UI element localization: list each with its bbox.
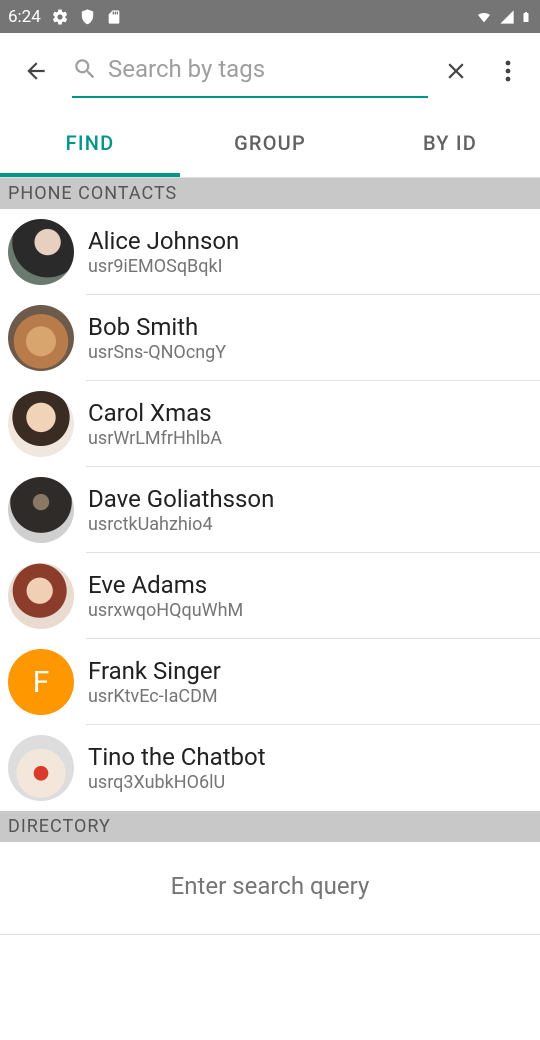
list-item[interactable]: Tino the Chatbotusrq3XubkHO6lU <box>0 725 540 811</box>
contact-info: Frank SingerusrKtvEc-IaCDM <box>88 657 532 707</box>
contact-id: usrq3XubkHO6lU <box>88 772 532 793</box>
contact-id: usrctkUahzhio4 <box>88 514 532 535</box>
sd-card-icon <box>106 8 122 26</box>
contact-id: usr9iEMOSqBqkI <box>88 256 532 277</box>
list-item[interactable]: Carol XmasusrWrLMfrHhlbA <box>0 381 540 467</box>
section-header-phone-contacts: PHONE CONTACTS <box>0 178 540 209</box>
list-item[interactable]: Eve AdamsusrxwqoHQquWhM <box>0 553 540 639</box>
contact-id: usrKtvEc-IaCDM <box>88 686 532 707</box>
avatar <box>8 477 74 543</box>
shield-icon <box>79 8 96 25</box>
contact-info: Carol XmasusrWrLMfrHhlbA <box>88 399 532 449</box>
avatar <box>8 735 74 801</box>
status-right <box>474 8 532 26</box>
avatar <box>8 563 74 629</box>
status-bar: 6:24 <box>0 0 540 33</box>
search-input[interactable] <box>108 55 428 83</box>
contact-name: Dave Goliathsson <box>88 485 532 513</box>
overflow-menu-button[interactable] <box>484 47 532 95</box>
contact-list: Alice Johnsonusr9iEMOSqBqkI Bob SmithusrS… <box>0 209 540 811</box>
search-icon <box>72 56 108 82</box>
search-field-wrap <box>72 43 428 98</box>
back-button[interactable] <box>16 51 56 91</box>
contact-name: Bob Smith <box>88 313 532 341</box>
contact-info: Tino the Chatbotusrq3XubkHO6lU <box>88 743 532 793</box>
contact-info: Bob SmithusrSns-QNOcngY <box>88 313 532 363</box>
tab-find[interactable]: FIND <box>0 108 180 177</box>
contact-info: Dave GoliathssonusrctkUahzhio4 <box>88 485 532 535</box>
tab-bar: FIND GROUP BY ID <box>0 108 540 178</box>
avatar <box>8 391 74 457</box>
avatar <box>8 305 74 371</box>
contact-name: Tino the Chatbot <box>88 743 532 771</box>
arrow-back-icon <box>23 58 49 84</box>
close-icon <box>443 58 469 84</box>
avatar: F <box>8 649 74 715</box>
contact-name: Alice Johnson <box>88 227 532 255</box>
list-item[interactable]: Bob SmithusrSns-QNOcngY <box>0 295 540 381</box>
tab-group[interactable]: GROUP <box>180 108 360 177</box>
contact-id: usrSns-QNOcngY <box>88 342 532 363</box>
list-item[interactable]: Dave GoliathssonusrctkUahzhio4 <box>0 467 540 553</box>
section-header-directory: DIRECTORY <box>0 811 540 842</box>
contact-name: Eve Adams <box>88 571 532 599</box>
status-left: 6:24 <box>8 7 122 27</box>
directory-placeholder: Enter search query <box>0 842 540 935</box>
contact-name: Frank Singer <box>88 657 532 685</box>
more-vert-icon <box>505 59 511 83</box>
clear-search-button[interactable] <box>432 47 480 95</box>
contact-id: usrxwqoHQquWhM <box>88 600 532 621</box>
list-item[interactable]: F Frank SingerusrKtvEc-IaCDM <box>0 639 540 725</box>
avatar <box>8 219 74 285</box>
list-item[interactable]: Alice Johnsonusr9iEMOSqBqkI <box>0 209 540 295</box>
status-time: 6:24 <box>8 7 41 27</box>
wifi-icon <box>474 9 494 25</box>
battery-icon <box>520 8 532 26</box>
signal-icon <box>498 9 516 25</box>
contact-id: usrWrLMfrHhlbA <box>88 428 532 449</box>
app-bar <box>0 33 540 108</box>
contact-name: Carol Xmas <box>88 399 532 427</box>
contact-info: Eve AdamsusrxwqoHQquWhM <box>88 571 532 621</box>
gear-icon <box>51 8 69 26</box>
contact-info: Alice Johnsonusr9iEMOSqBqkI <box>88 227 532 277</box>
tab-by-id[interactable]: BY ID <box>360 108 540 177</box>
